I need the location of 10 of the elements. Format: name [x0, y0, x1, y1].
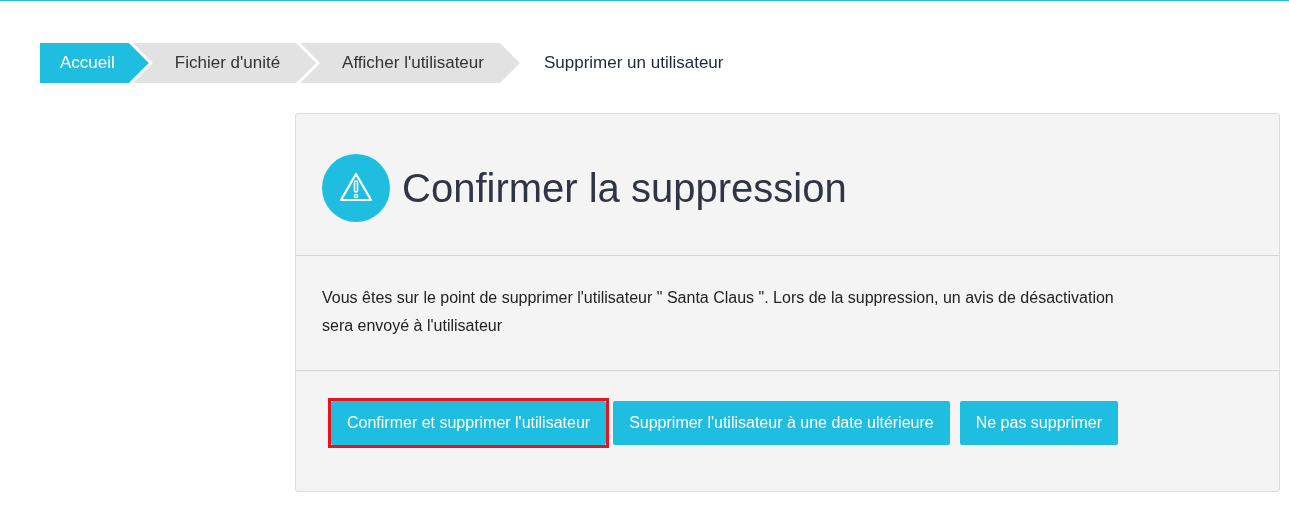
breadcrumb-link[interactable]: Fichier d'unité [132, 43, 317, 83]
dialog-title: Confirmer la suppression [402, 165, 847, 211]
current-page-title: Supprimer un utilisateur [542, 52, 724, 74]
breadcrumb-link[interactable]: Afficher l'utilisateur [300, 43, 520, 83]
warning-icon [322, 154, 390, 222]
action-button[interactable]: Confirmer et supprimer l'utilisateur [331, 401, 607, 445]
action-button[interactable]: Ne pas supprimer [959, 401, 1118, 445]
breadcrumb-link[interactable]: Accueil [40, 43, 149, 83]
action-button[interactable]: Supprimer l'utilisateur à une date ultérieure [613, 401, 950, 445]
dialog-message: Vous êtes sur le point de supprimer l'utilisateur " Santa Claus ". Lors de la suppression, un avis de désactivation sera envoyé à l'utilisateur [322, 288, 1115, 336]
